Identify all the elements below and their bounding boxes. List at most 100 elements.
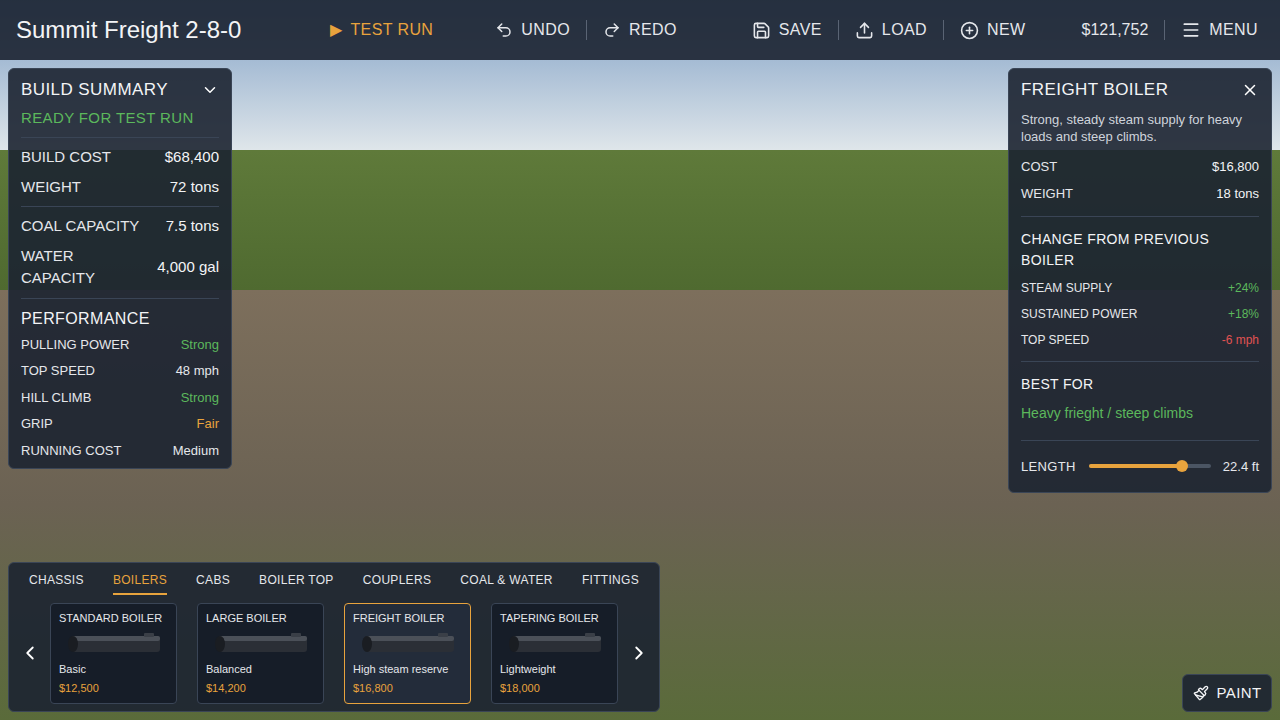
stat-label: GRIP bbox=[21, 414, 53, 434]
part-details-panel: FREIGHT BOILERStrong, steady steam suppl… bbox=[1008, 68, 1272, 493]
category-tab[interactable]: COAL & WATER bbox=[460, 571, 553, 595]
panel-title: BUILD SUMMARY bbox=[21, 77, 168, 103]
card-subtitle: Basic bbox=[59, 661, 86, 678]
card-subtitle: Lightweight bbox=[500, 661, 556, 678]
part-card[interactable]: STANDARD BOILER Basic $12,500 bbox=[50, 603, 177, 704]
part-card[interactable]: FREIGHT BOILERHigh steam reserve$16,800 bbox=[344, 603, 471, 704]
stat-label: HILL CLIMB bbox=[21, 388, 91, 408]
stat-value: $16,800 bbox=[1212, 157, 1259, 177]
stat-value: 7.5 tons bbox=[166, 215, 219, 238]
build-summary-panel: BUILD SUMMARY READY FOR TEST RUN BUILD COS… bbox=[8, 68, 232, 469]
close-button[interactable] bbox=[1241, 81, 1259, 99]
separator bbox=[943, 20, 944, 40]
history-group: UNDO REDO bbox=[495, 18, 677, 42]
stat-value: 4,000 gal bbox=[157, 256, 219, 279]
stat-row: STEAM SUPPLY +24% bbox=[1021, 279, 1259, 297]
stat-label: RUNNING COST bbox=[21, 441, 121, 461]
history-button[interactable]: UNDO bbox=[495, 18, 570, 42]
stat-row: PULLING POWER Strong bbox=[21, 335, 219, 355]
category-tab[interactable]: BOILER TOP bbox=[259, 571, 334, 595]
file-button[interactable]: NEW bbox=[960, 18, 1026, 42]
file-button[interactable]: LOAD bbox=[855, 18, 927, 42]
top-bar: Summit Freight 2-8-0▶TEST RUN UNDO REDO SAV… bbox=[0, 0, 1280, 60]
collapse-button[interactable] bbox=[201, 81, 219, 99]
stat-value: +18% bbox=[1228, 305, 1259, 323]
stat-row: COST$16,800 bbox=[1021, 157, 1259, 177]
close-icon bbox=[1241, 81, 1259, 99]
stat-row: HILL CLIMBStrong bbox=[21, 388, 219, 408]
boiler-icon bbox=[505, 631, 605, 657]
card-price: $16,800 bbox=[353, 680, 393, 697]
stat-row: WATER CAPACITY 4,000 gal bbox=[21, 245, 219, 290]
category-tab[interactable]: BOILERS bbox=[113, 571, 167, 595]
stat-value: 48 mph bbox=[176, 361, 219, 381]
category-tab[interactable]: CHASSIS bbox=[29, 571, 84, 595]
stat-row: WEIGHT 18 tons bbox=[1021, 184, 1259, 204]
test-run-button[interactable]: ▶TEST RUN bbox=[330, 18, 433, 42]
paint-button[interactable]: PAINT bbox=[1182, 674, 1272, 712]
stat-label: PULLING POWER bbox=[21, 335, 129, 355]
chevron-down-icon bbox=[201, 81, 219, 99]
stat-label: SUSTAINED POWER bbox=[1021, 305, 1137, 323]
length-slider-row: LENGTH22.4 ft bbox=[1021, 457, 1259, 477]
category-tab[interactable]: FITTINGS bbox=[582, 571, 639, 595]
stat-row: COAL CAPACITY7.5 tons bbox=[21, 215, 219, 238]
load-icon bbox=[855, 21, 874, 40]
category-tabs: CHASSIS BOILERS CABS BOILER TOP COUPLERS COAL… bbox=[9, 563, 659, 595]
stat-row: RUNNING COST Medium bbox=[21, 441, 219, 461]
new-icon bbox=[960, 21, 979, 40]
card-name: LARGE BOILER bbox=[206, 610, 287, 627]
save-icon bbox=[752, 21, 771, 40]
history-button[interactable]: REDO bbox=[603, 18, 677, 42]
length-slider[interactable] bbox=[1089, 459, 1211, 473]
stat-value: Strong bbox=[181, 335, 219, 355]
section-title: CHANGE FROM PREVIOUS BOILER bbox=[1021, 229, 1259, 271]
stat-value: Fair bbox=[197, 414, 219, 434]
stat-label: WEIGHT bbox=[1021, 184, 1073, 204]
stat-label: WATER CAPACITY bbox=[21, 245, 149, 290]
chevron-left-icon bbox=[19, 642, 41, 664]
stat-row: TOP SPEED 48 mph bbox=[21, 361, 219, 381]
part-card[interactable]: LARGE BOILER Balanced $14,200 bbox=[197, 603, 324, 704]
menu-icon bbox=[1181, 20, 1201, 40]
separator bbox=[1164, 20, 1165, 40]
stat-row: TOP SPEED-6 mph bbox=[1021, 331, 1259, 349]
builder-screen: Summit Freight 2-8-0▶TEST RUN UNDO REDO SAV… bbox=[0, 0, 1280, 720]
section-title: PERFORMANCE bbox=[21, 307, 219, 331]
scroll-left-button[interactable] bbox=[17, 642, 42, 664]
play-icon: ▶ bbox=[330, 18, 342, 42]
stat-value: 18 tons bbox=[1216, 184, 1259, 204]
slider-thumb[interactable] bbox=[1176, 460, 1188, 472]
card-name: STANDARD BOILER bbox=[59, 610, 162, 627]
category-tab[interactable]: COUPLERS bbox=[363, 571, 431, 595]
part-picker: CHASSIS BOILERS CABS BOILER TOP COUPLERS COAL… bbox=[8, 562, 660, 712]
card-price: $18,000 bbox=[500, 680, 540, 697]
stat-label: STEAM SUPPLY bbox=[1021, 279, 1112, 297]
card-price: $12,500 bbox=[59, 680, 99, 697]
card-name: TAPERING BOILER bbox=[500, 610, 599, 627]
best-for: Heavy frieght / steep climbs bbox=[1021, 403, 1259, 424]
scroll-right-button[interactable] bbox=[626, 642, 651, 664]
stat-value: +24% bbox=[1228, 279, 1259, 297]
file-button[interactable]: SAVE bbox=[752, 18, 822, 42]
redo-icon bbox=[603, 21, 621, 39]
separator bbox=[838, 20, 839, 40]
build-title: Summit Freight 2-8-0 bbox=[16, 12, 330, 48]
boiler-icon bbox=[211, 631, 311, 657]
paintbrush-icon bbox=[1193, 685, 1209, 701]
description: Strong, steady steam supply for heavy lo… bbox=[1021, 111, 1259, 145]
stat-value: Medium bbox=[173, 441, 219, 461]
part-card[interactable]: TAPERING BOILER Lightweight $18,000 bbox=[491, 603, 618, 704]
category-tab[interactable]: CABS bbox=[196, 571, 230, 595]
separator bbox=[586, 20, 587, 40]
stat-row: BUILD COST$68,400 bbox=[21, 146, 219, 169]
stat-row: SUSTAINED POWER +18% bbox=[1021, 305, 1259, 323]
status: READY FOR TEST RUN bbox=[21, 107, 219, 130]
stat-label: TOP SPEED bbox=[21, 361, 95, 381]
chevron-right-icon bbox=[628, 642, 650, 664]
money: $121,752 bbox=[1082, 18, 1149, 42]
card-subtitle: High steam reserve bbox=[353, 661, 448, 678]
card-subtitle: Balanced bbox=[206, 661, 252, 678]
card-price: $14,200 bbox=[206, 680, 246, 697]
menu-button[interactable]: MENU bbox=[1181, 18, 1258, 42]
